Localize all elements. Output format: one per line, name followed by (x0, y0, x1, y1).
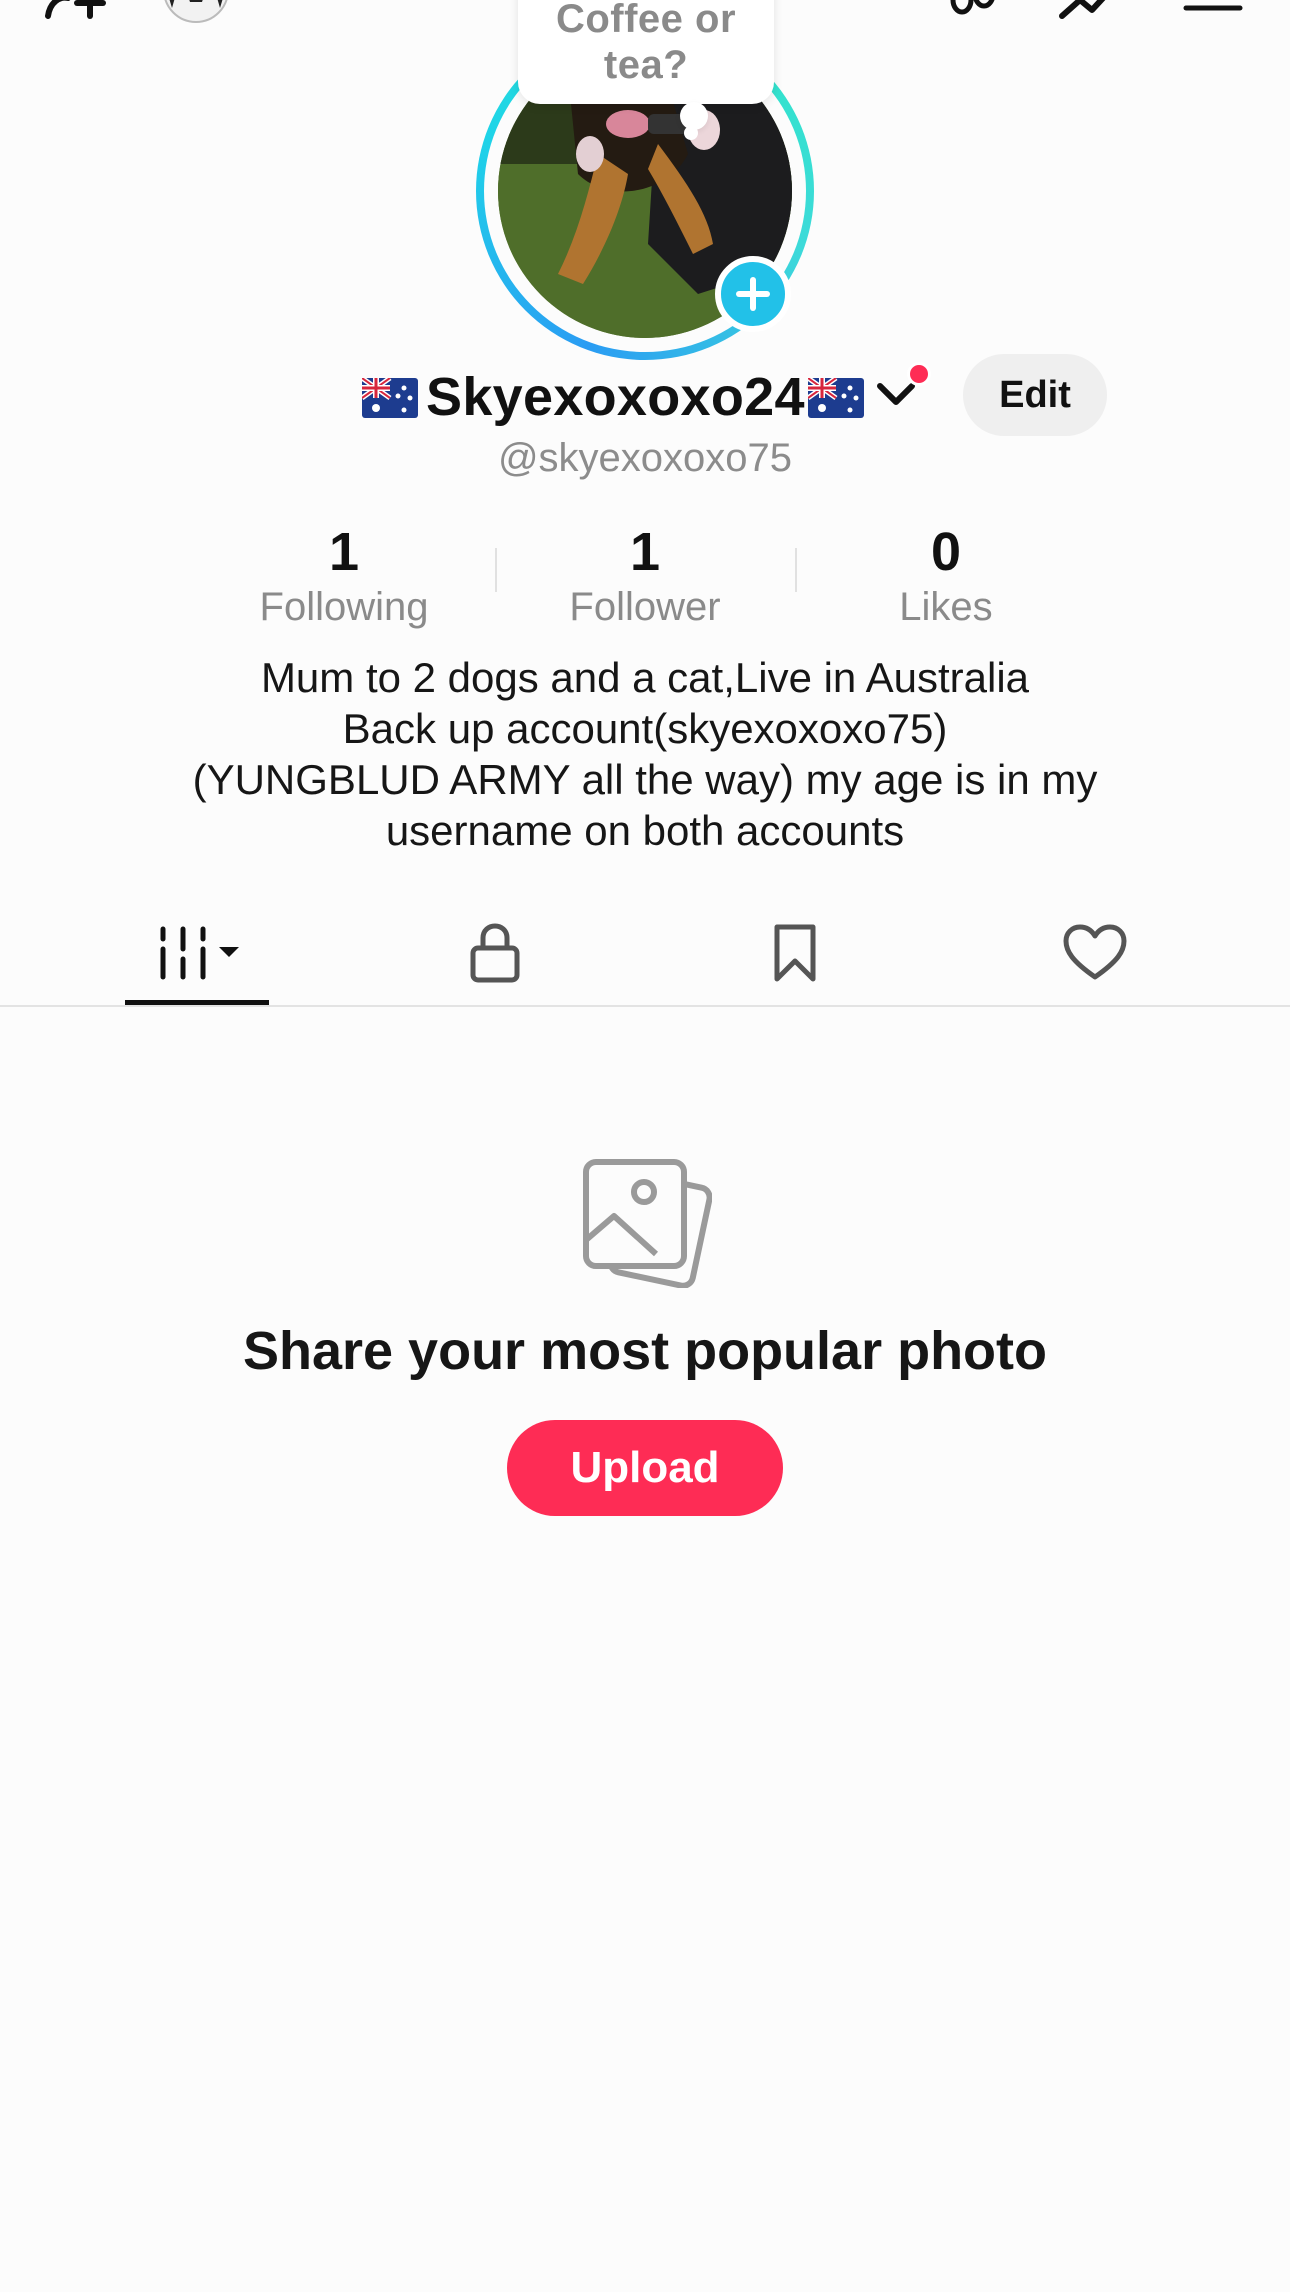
add-friend-icon[interactable] (40, 0, 120, 26)
analytics-icon[interactable] (1056, 0, 1122, 24)
tab-videos[interactable] (125, 900, 269, 1006)
bio-line: (YUNGBLUD ARMY all the way) my age is in… (192, 756, 1098, 803)
stat-label: Likes (899, 585, 993, 629)
grid-videos-icon (160, 926, 239, 980)
note-text: Coffee or tea? (555, 0, 737, 87)
lock-icon (470, 923, 520, 983)
australia-flag-icon (808, 378, 864, 418)
soccer-ball-avatar-icon[interactable] (160, 0, 232, 26)
bookmark-icon (774, 924, 816, 982)
stat-value: 1 (328, 522, 360, 582)
bio-line: username on both accounts (385, 807, 905, 854)
stat-value: 0 (930, 522, 962, 582)
australia-flag-icon (362, 378, 418, 418)
plus-icon (736, 277, 770, 311)
stat-followers[interactable]: 1 Follower (515, 522, 775, 632)
stat-divider (495, 548, 497, 592)
note-bubble[interactable]: Coffee or tea? (518, 0, 774, 104)
photos-icon (583, 1159, 712, 1288)
tab-saved[interactable] (740, 900, 850, 1006)
divider (0, 1005, 1290, 1007)
stat-following[interactable]: 1 Following (214, 522, 474, 632)
tab-private[interactable] (440, 900, 550, 1006)
bio-line: Back up account(skyexoxoxo75) (342, 705, 948, 752)
stat-divider (795, 548, 797, 592)
heart-icon (1063, 924, 1127, 980)
footprint-icon[interactable] (944, 0, 1004, 24)
display-name: Skyexoxoxo24 (426, 367, 805, 427)
stat-value: 1 (629, 522, 661, 582)
bubble-tail-small (684, 126, 698, 140)
menu-icon[interactable] (1182, 0, 1244, 16)
edit-profile-button[interactable]: Edit (963, 354, 1107, 436)
stat-label: Follower (569, 585, 721, 629)
bio: Mum to 2 dogs and a cat,Live in Australi… (140, 652, 1150, 856)
stat-label: Following (259, 585, 429, 629)
upload-button[interactable]: Upload (507, 1420, 783, 1516)
bio-line: Mum to 2 dogs and a cat,Live in Australi… (260, 654, 1030, 701)
profile-tabs (0, 900, 1290, 1006)
username: @skyexoxoxo75 (497, 436, 793, 480)
add-story-button[interactable] (715, 256, 791, 332)
tab-liked[interactable] (1040, 900, 1150, 1006)
profile-name-row: Skyexoxoxo24 Edit (0, 354, 1290, 436)
empty-state-title: Share your most popular photo (242, 1321, 1048, 1381)
stat-likes[interactable]: 0 Likes (816, 522, 1076, 632)
notification-dot (907, 362, 931, 386)
